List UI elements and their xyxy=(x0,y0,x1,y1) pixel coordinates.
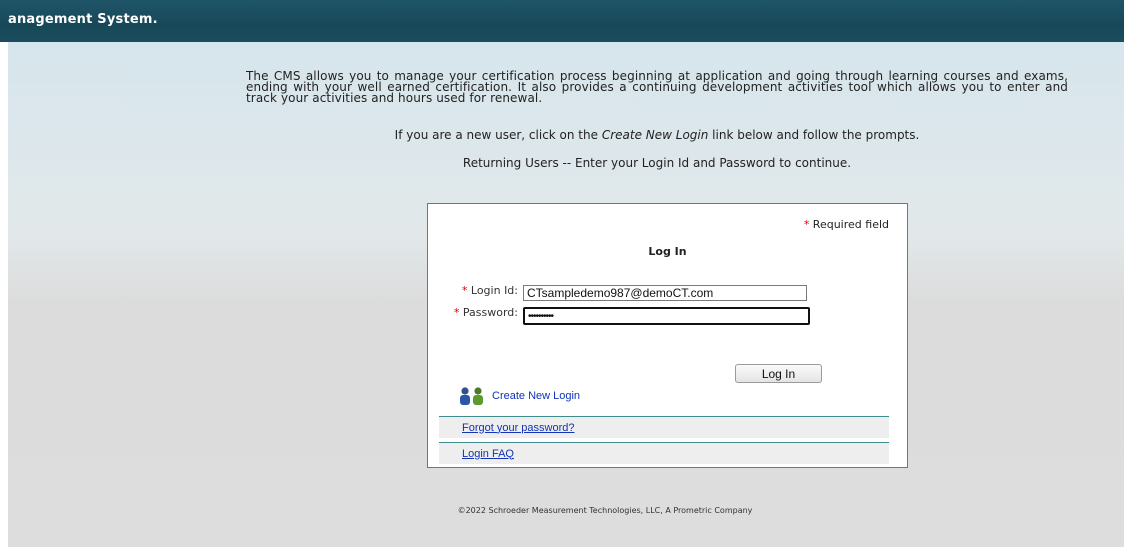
create-login-row: Create New Login xyxy=(458,385,580,407)
login-id-label: * Login Id: xyxy=(428,284,518,297)
intro-paragraph: The CMS allows you to manage your certif… xyxy=(246,69,1068,105)
new-user-note: If you are a new user, click on the Crea… xyxy=(246,128,1068,142)
login-heading: Log In xyxy=(648,245,687,258)
users-icon[interactable] xyxy=(458,386,486,406)
app-header: anagement System. xyxy=(0,0,1124,44)
new-user-suffix: link below and follow the prompts. xyxy=(708,128,920,142)
required-star: * xyxy=(453,306,460,319)
new-user-link-reference: Create New Login xyxy=(601,128,709,142)
main-content: The CMS allows you to manage your certif… xyxy=(8,42,1124,547)
login-id-input[interactable] xyxy=(523,285,807,301)
forgot-password-bar: Forgot your password? xyxy=(439,416,889,438)
create-new-login-link[interactable]: Create New Login xyxy=(492,390,580,402)
required-field-note: * Required field xyxy=(804,218,889,231)
left-edge xyxy=(0,42,8,547)
password-input[interactable] xyxy=(523,307,810,325)
password-label: * Password: xyxy=(428,306,518,319)
required-star: * xyxy=(461,284,468,297)
new-user-prefix: If you are a new user, click on the xyxy=(394,128,602,142)
login-faq-bar: Login FAQ xyxy=(439,442,889,464)
password-label-text: Password: xyxy=(462,306,518,319)
returning-users-note: Returning Users -- Enter your Login Id a… xyxy=(462,156,852,170)
required-field-text: Required field xyxy=(809,218,889,231)
login-button[interactable]: Log In xyxy=(735,364,822,383)
copyright-footer: ©2022 Schroeder Measurement Technologies… xyxy=(457,506,753,515)
login-panel: * Required field Log In * Login Id: * Pa… xyxy=(427,203,908,468)
login-faq-link[interactable]: Login FAQ xyxy=(462,448,514,460)
app-title: anagement System. xyxy=(8,12,158,27)
forgot-password-link[interactable]: Forgot your password? xyxy=(462,422,575,434)
login-id-label-text: Login Id: xyxy=(470,284,518,297)
